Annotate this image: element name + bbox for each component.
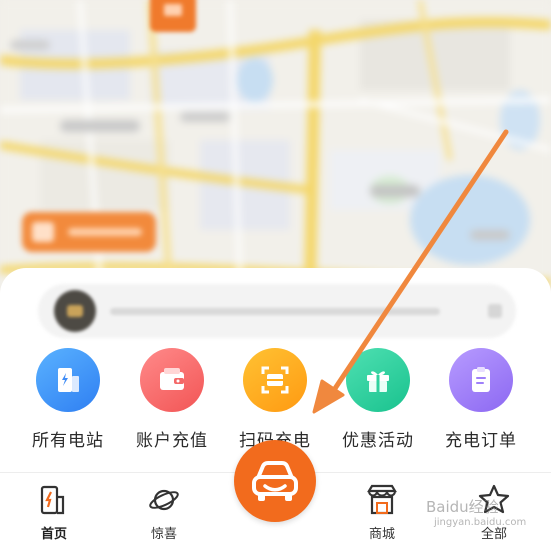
station-icon	[36, 348, 100, 412]
order-icon	[449, 348, 513, 412]
map-station-marker[interactable]	[22, 212, 156, 252]
location-search-bar[interactable]	[38, 284, 516, 338]
planet-icon	[149, 489, 179, 511]
shortcut-label: 优惠活动	[342, 431, 414, 451]
center-car-button[interactable]	[234, 440, 316, 522]
tab-home[interactable]: 首页	[14, 483, 94, 542]
tab-label: 惊喜	[150, 527, 177, 542]
home-station-icon	[40, 485, 65, 515]
search-placeholder-blur	[110, 308, 440, 315]
map-view[interactable]	[0, 0, 551, 300]
tab-surprise[interactable]: 惊喜	[124, 483, 204, 542]
gift-icon	[346, 348, 410, 412]
avatar[interactable]	[54, 290, 96, 332]
tab-label: 商城	[368, 527, 395, 542]
scan-icon	[243, 348, 307, 412]
shortcut-scan-charge[interactable]: 扫码充电	[225, 348, 325, 451]
shortcut-label: 账户充值	[136, 431, 208, 451]
map-background	[0, 0, 551, 300]
shortcut-account-recharge[interactable]: 账户充值	[122, 348, 222, 451]
shortcut-all-stations[interactable]: 所有电站	[18, 348, 118, 451]
app-screen: 所有电站 账户充值 优惠活动 充电订单 首页 惊喜 商城 全部 Baidu经验 …	[0, 0, 551, 548]
shortcut-charging-orders[interactable]: 充电订单	[431, 348, 531, 451]
shortcut-promotions[interactable]: 优惠活动	[328, 348, 428, 451]
tab-shop[interactable]: 商城	[342, 483, 422, 542]
car-icon	[252, 461, 298, 501]
shop-icon	[367, 484, 397, 515]
wallet-icon	[140, 348, 204, 412]
tab-label: 首页	[40, 527, 67, 542]
shortcut-label: 所有电站	[32, 431, 104, 451]
baidu-watermark: Baidu经验 jingyan.baidu.com	[426, 496, 526, 528]
shortcut-label: 充电订单	[445, 431, 517, 451]
map-pin-marker[interactable]	[150, 0, 196, 32]
watermark-subtext: jingyan.baidu.com	[434, 517, 527, 528]
locate-icon[interactable]	[488, 304, 502, 318]
watermark-text: Baidu经验	[426, 498, 499, 516]
